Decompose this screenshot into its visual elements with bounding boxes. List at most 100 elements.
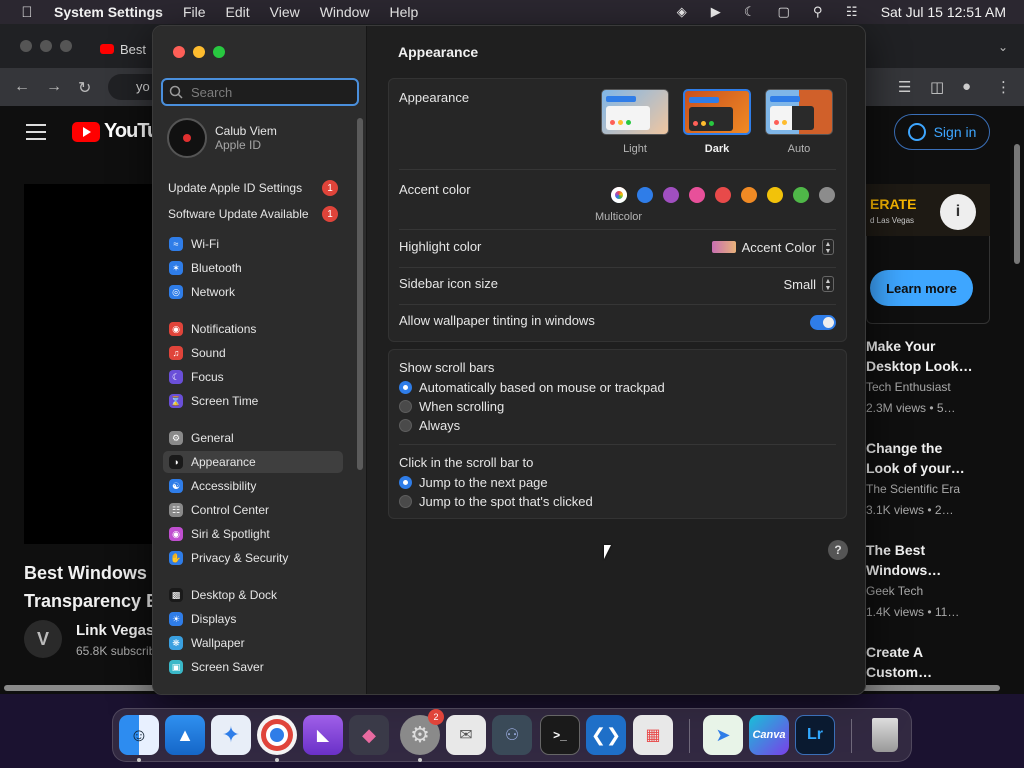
sidebar-item-wi-fi[interactable]: ≈ Wi-Fi	[163, 233, 343, 255]
safari-icon[interactable]: ✦	[211, 715, 251, 755]
sidebar-item-privacy-security[interactable]: ✋ Privacy & Security	[163, 547, 343, 569]
sidebar-item-notifications[interactable]: ◉ Notifications	[163, 318, 343, 340]
close-button[interactable]	[173, 46, 185, 58]
radio-button[interactable]	[399, 476, 412, 489]
sidebar-item-control-center[interactable]: ☷ Control Center	[163, 499, 343, 521]
sidebar-item-sound[interactable]: ♫ Sound	[163, 342, 343, 364]
side-panel-icon[interactable]: ◫	[930, 78, 944, 96]
maps-icon[interactable]: ➤	[703, 715, 743, 755]
minimize-button[interactable]	[193, 46, 205, 58]
video-player[interactable]	[24, 184, 164, 544]
sidebar-item-displays[interactable]: ☀ Displays	[163, 608, 343, 630]
menu-help[interactable]: Help	[390, 4, 419, 20]
apple-menu-icon[interactable]: 	[16, 4, 38, 21]
channel-name[interactable]: Link Vegas	[76, 622, 154, 639]
help-button[interactable]: ?	[828, 540, 848, 560]
notice-update-apple-id[interactable]: Update Apple ID Settings 1	[168, 180, 338, 196]
click-option-spot-clicked[interactable]: Jump to the spot that's clicked	[399, 494, 593, 509]
moon-icon[interactable]: ☾	[741, 4, 759, 20]
apple-id-profile[interactable]: Calub Viem Apple ID	[167, 118, 277, 158]
canva-icon[interactable]: Canva	[749, 715, 789, 755]
browser-tab[interactable]: Best	[100, 34, 160, 64]
sidebar-item-screen-saver[interactable]: ▣ Screen Saver	[163, 656, 343, 678]
sidebar-item-screen-time[interactable]: ⌛ Screen Time	[163, 390, 343, 412]
notice-software-update[interactable]: Software Update Available 1	[168, 206, 338, 222]
sidebar-item-siri-spotlight[interactable]: ◉ Siri & Spotlight	[163, 523, 343, 545]
terminal-icon[interactable]: >_	[540, 715, 580, 755]
chrome-icon[interactable]	[257, 715, 297, 755]
lightroom-icon[interactable]: Lr	[795, 715, 835, 755]
menu-view[interactable]: View	[270, 4, 300, 20]
sidebar-item-bluetooth[interactable]: ✶ Bluetooth	[163, 257, 343, 279]
theme-auto-option[interactable]: Auto	[764, 89, 834, 155]
accent-color-swatch[interactable]	[819, 187, 835, 203]
back-arrow-icon[interactable]: ←	[14, 78, 30, 96]
finder-icon[interactable]: ☺	[119, 715, 159, 755]
sidebar-icon-size-popup[interactable]: Small ▲ ▼	[783, 276, 834, 292]
accent-color-swatch[interactable]	[715, 187, 731, 203]
sidebar-item-focus[interactable]: ☾ Focus	[163, 366, 343, 388]
wallpaper-tinting-toggle[interactable]	[810, 315, 836, 330]
theme-light-option[interactable]: Light	[600, 89, 670, 155]
scroll-option-automatic[interactable]: Automatically based on mouse or trackpad	[399, 380, 665, 395]
recommendation-item[interactable]: Change the Look of your… The Scientific …	[866, 438, 1006, 520]
hamburger-menu-icon[interactable]	[26, 124, 46, 145]
layers-icon[interactable]: ◈	[673, 4, 691, 20]
accent-color-swatch[interactable]	[663, 187, 679, 203]
menu-file[interactable]: File	[183, 4, 206, 20]
menu-app-name[interactable]: System Settings	[54, 4, 163, 20]
radio-button[interactable]	[399, 419, 412, 432]
scroll-option-always[interactable]: Always	[399, 418, 460, 433]
zoom-button[interactable]	[213, 46, 225, 58]
more-menu-icon[interactable]: ⋮	[996, 78, 1011, 96]
sidebar-item-desktop-dock[interactable]: ▩ Desktop & Dock	[163, 584, 343, 606]
accent-color-swatch[interactable]	[637, 187, 653, 203]
tab-search-chevron-icon[interactable]: ⌄	[998, 40, 1008, 54]
menu-edit[interactable]: Edit	[226, 4, 250, 20]
keynote-icon[interactable]: ▲	[165, 715, 205, 755]
vscode-icon[interactable]: ❮❯	[586, 715, 626, 755]
reading-list-icon[interactable]: ☰	[898, 78, 911, 96]
recommendation-item[interactable]: Make Your Desktop Look… Tech Enthusiast …	[866, 336, 1006, 418]
sidebar-item-accessibility[interactable]: ☯ Accessibility	[163, 475, 343, 497]
menu-window[interactable]: Window	[320, 4, 370, 20]
launchpad-icon[interactable]: ▦	[633, 715, 673, 755]
play-circle-icon[interactable]: ▶	[707, 4, 725, 20]
shortcuts-icon[interactable]: ◆	[349, 715, 389, 755]
dev-app-icon[interactable]: ◣	[303, 715, 343, 755]
sidebar-item-general[interactable]: ⚙ General	[163, 427, 343, 449]
channel-avatar[interactable]: V	[24, 620, 62, 658]
browser-zoom-button[interactable]	[60, 40, 72, 52]
system-info-icon[interactable]: ⚇	[492, 715, 532, 755]
radio-button[interactable]	[399, 495, 412, 508]
accent-color-swatch[interactable]	[793, 187, 809, 203]
reload-icon[interactable]: ↻	[78, 78, 91, 98]
accent-color-swatch[interactable]	[767, 187, 783, 203]
recommendation-item[interactable]: Create A Custom…	[866, 642, 1006, 682]
browser-minimize-button[interactable]	[40, 40, 52, 52]
recommendation-item[interactable]: The Best Windows… Geek Tech 1.4K views •…	[866, 540, 1006, 622]
sidebar-item-network[interactable]: ◎ Network	[163, 281, 343, 303]
forward-arrow-icon[interactable]: →	[46, 78, 62, 96]
sidebar-item-appearance[interactable]: ◑ Appearance	[163, 451, 343, 473]
profile-icon[interactable]: ●	[962, 78, 971, 95]
search-input[interactable]	[191, 84, 351, 100]
click-option-next-page[interactable]: Jump to the next page	[399, 475, 548, 490]
theme-dark-option[interactable]: Dark	[682, 89, 752, 155]
accent-multicolor-swatch[interactable]	[611, 187, 627, 203]
accent-color-swatch[interactable]	[689, 187, 705, 203]
sign-in-button[interactable]: Sign in	[894, 114, 990, 150]
search-field[interactable]	[161, 78, 359, 106]
browser-vertical-scrollbar[interactable]	[1014, 144, 1020, 264]
screen-mirroring-icon[interactable]: ▢	[775, 4, 793, 20]
control-center-icon[interactable]: ☷	[843, 4, 861, 20]
preview-icon[interactable]: ✉	[446, 715, 486, 755]
radio-button[interactable]	[399, 381, 412, 394]
spotlight-search-icon[interactable]: ⚲	[809, 4, 827, 20]
accent-color-swatch[interactable]	[741, 187, 757, 203]
learn-more-button[interactable]: Learn more	[870, 270, 973, 306]
browser-close-button[interactable]	[20, 40, 32, 52]
sidebar-scrollbar[interactable]	[357, 118, 363, 470]
radio-button[interactable]	[399, 400, 412, 413]
highlight-color-popup[interactable]: Accent Color ▲ ▼	[711, 239, 834, 255]
